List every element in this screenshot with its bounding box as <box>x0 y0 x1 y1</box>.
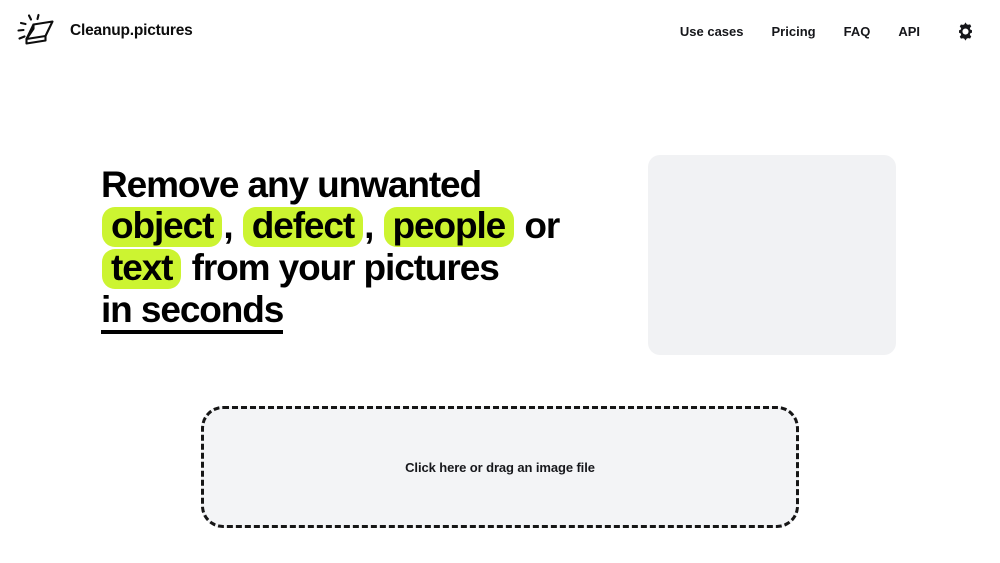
image-preview-placeholder <box>648 155 896 355</box>
eraser-icon <box>14 12 60 50</box>
gear-icon[interactable] <box>952 18 978 44</box>
headline-underlined: in seconds <box>101 291 284 334</box>
headline-sep-2: , <box>364 205 374 246</box>
nav-link-faq[interactable]: FAQ <box>830 18 885 45</box>
main-nav: Use cases Pricing FAQ API <box>666 18 978 45</box>
dropzone-label: Click here or drag an image file <box>405 459 595 475</box>
headline-highlight-object: object <box>102 207 223 247</box>
nav-link-pricing[interactable]: Pricing <box>758 18 830 45</box>
image-dropzone[interactable]: Click here or drag an image file <box>201 406 799 528</box>
page-title: Remove any unwanted object, defect, peopl… <box>101 164 641 334</box>
headline-highlight-people: people <box>383 207 515 247</box>
headline-sep-1: , <box>223 205 233 246</box>
site-header: Cleanup.pictures Use cases Pricing FAQ A… <box>0 0 1000 62</box>
headline-highlight-defect: defect <box>242 207 364 247</box>
headline-highlight-text: text <box>102 249 182 289</box>
brand-name: Cleanup.pictures <box>70 22 193 39</box>
nav-link-use-cases[interactable]: Use cases <box>666 18 758 45</box>
headline-conjunction: or <box>524 205 560 246</box>
nav-link-api[interactable]: API <box>884 18 934 45</box>
brand-logo[interactable]: Cleanup.pictures <box>14 12 193 50</box>
headline-line1: Remove any unwanted <box>101 164 482 205</box>
headline-middle: from your pictures <box>191 247 500 288</box>
